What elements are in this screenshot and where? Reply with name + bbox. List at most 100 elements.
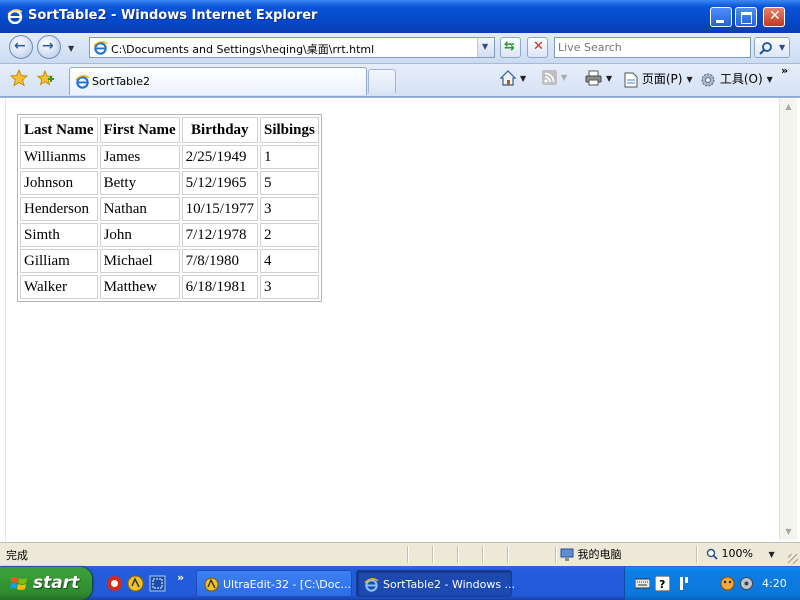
- column-header-birthday[interactable]: Birthday: [181, 117, 258, 143]
- system-tray: ? 4:20: [624, 567, 800, 600]
- column-header-last-name[interactable]: Last Name: [20, 117, 98, 143]
- tools-menu-chevron-icon: ▼: [766, 75, 773, 84]
- table-cell: 5: [259, 171, 319, 195]
- clock[interactable]: 4:20: [762, 577, 787, 590]
- volume-icon[interactable]: [739, 576, 754, 591]
- minimize-icon: [716, 20, 724, 23]
- table-cell: 6/18/1981: [181, 275, 258, 299]
- table-cell: 7/8/1980: [181, 249, 258, 273]
- more-commands-chevron-icon[interactable]: »: [781, 64, 788, 77]
- table-cell: 2/25/1949: [181, 145, 258, 169]
- ie-icon: [364, 578, 379, 592]
- table-cell: John: [99, 223, 180, 247]
- quicklaunch-app-icon[interactable]: [149, 575, 166, 592]
- status-text: 完成: [6, 549, 28, 562]
- home-dropdown-icon[interactable]: ▼: [520, 74, 526, 83]
- quicklaunch-app-icon[interactable]: [106, 575, 123, 592]
- column-header-silbings[interactable]: Silbings: [259, 117, 319, 143]
- tab-sorttable2[interactable]: SortTable2: [69, 67, 367, 95]
- table-cell: Gilliam: [20, 249, 98, 273]
- start-button[interactable]: start: [0, 567, 92, 600]
- taskbar: start » UltraEdit-32 - [C:\Doc... SortTa…: [0, 566, 800, 600]
- sort-table: Last Name First Name Birthday Silbings W…: [17, 114, 322, 302]
- security-zone[interactable]: 我的电脑: [560, 546, 622, 562]
- status-divider: [432, 546, 434, 563]
- scroll-down-button[interactable]: ▼: [780, 523, 797, 540]
- ie-icon: [7, 9, 23, 24]
- table-cell: Betty: [99, 171, 180, 195]
- print-button[interactable]: ▼: [585, 70, 612, 88]
- table-cell: Henderson: [20, 197, 98, 221]
- scroll-up-button[interactable]: ▲: [780, 98, 797, 115]
- home-icon: [500, 70, 516, 86]
- my-computer-icon: [560, 548, 574, 561]
- print-dropdown-icon[interactable]: ▼: [606, 74, 612, 83]
- taskbar-button-ultraedit[interactable]: UltraEdit-32 - [C:\Doc...: [196, 570, 352, 597]
- address-url[interactable]: C:\Documents and Settings\heqing\桌面\rrt.…: [111, 41, 374, 57]
- page-content: Last Name First Name Birthday Silbings W…: [0, 97, 800, 543]
- tab-ie-icon: [75, 75, 90, 89]
- table-cell: 1: [259, 145, 319, 169]
- back-arrow-icon: ←: [14, 38, 26, 54]
- messenger-icon[interactable]: [720, 576, 735, 591]
- forward-button[interactable]: →: [37, 35, 61, 59]
- table-cell: Michael: [99, 249, 180, 273]
- address-bar[interactable]: C:\Documents and Settings\heqing\桌面\rrt.…: [89, 37, 495, 58]
- home-button[interactable]: ▼: [500, 70, 526, 88]
- keyboard-icon[interactable]: [635, 576, 650, 591]
- refresh-button[interactable]: ⇆: [500, 37, 521, 58]
- add-favorites-icon[interactable]: [37, 69, 55, 87]
- table-row: Gilliam Michael 7/8/1980 4: [20, 249, 319, 273]
- chevron-down-icon: ▼: [482, 42, 489, 51]
- table-cell: Walker: [20, 275, 98, 299]
- table-row: Henderson Nathan 10/15/1977 3: [20, 197, 319, 221]
- vertical-scrollbar[interactable]: ▲ ▼: [779, 98, 797, 540]
- column-header-first-name[interactable]: First Name: [99, 117, 180, 143]
- task-label: SortTable2 - Windows ...: [383, 578, 516, 591]
- close-button[interactable]: ✕: [763, 7, 785, 27]
- table-cell: 2: [259, 223, 319, 247]
- table-row: Johnson Betty 5/12/1965 5: [20, 171, 319, 195]
- feeds-button[interactable]: ▼: [542, 70, 567, 88]
- page-menu-button[interactable]: 页面(P) ▼: [624, 70, 693, 88]
- address-dropdown-button[interactable]: ▼: [477, 38, 494, 57]
- favorites-star-icon[interactable]: [10, 69, 28, 87]
- table-cell: Johnson: [20, 171, 98, 195]
- search-box[interactable]: [554, 37, 751, 58]
- back-button[interactable]: ←: [9, 35, 33, 59]
- stop-icon: ✕: [533, 39, 544, 54]
- search-input[interactable]: [558, 40, 743, 55]
- recent-pages-dropdown-icon[interactable]: ▼: [68, 44, 74, 53]
- tools-menu-label: 工具(O): [719, 72, 763, 86]
- tools-menu-button[interactable]: 工具(O) ▼: [700, 70, 773, 88]
- status-divider: [457, 546, 459, 563]
- window-title-bar[interactable]: SortTable2 - Windows Internet Explorer ✕: [0, 0, 800, 33]
- search-options-dropdown-icon[interactable]: ▼: [779, 43, 785, 52]
- table-cell: James: [99, 145, 180, 169]
- zoom-magnifier-icon: [706, 548, 718, 560]
- table-cell: 3: [259, 197, 319, 221]
- new-tab-button[interactable]: [368, 69, 396, 93]
- table-row: Walker Matthew 6/18/1981 3: [20, 275, 319, 299]
- input-method-icon[interactable]: [677, 576, 692, 591]
- stop-button[interactable]: ✕: [527, 37, 548, 58]
- zoom-dropdown-icon[interactable]: ▼: [768, 550, 774, 559]
- zoom-control[interactable]: 100% ▼: [706, 547, 775, 560]
- start-label: start: [33, 573, 80, 593]
- search-button[interactable]: ▼: [754, 37, 790, 58]
- page-menu-chevron-icon: ▼: [686, 75, 693, 84]
- quicklaunch-app-icon[interactable]: [127, 575, 144, 592]
- help-icon[interactable]: ?: [655, 576, 670, 591]
- quicklaunch-overflow-icon[interactable]: »: [177, 571, 184, 584]
- taskbar-button-ie[interactable]: SortTable2 - Windows ...: [356, 570, 516, 597]
- maximize-button[interactable]: [735, 7, 757, 27]
- resize-grip[interactable]: [788, 554, 798, 564]
- tab-label: SortTable2: [92, 75, 150, 88]
- search-icon: [759, 42, 772, 55]
- table-cell: 10/15/1977: [181, 197, 258, 221]
- page-menu-label: 页面(P): [641, 72, 683, 86]
- feeds-dropdown-icon[interactable]: ▼: [561, 73, 567, 82]
- minimize-button[interactable]: [710, 7, 732, 27]
- window-title: SortTable2 - Windows Internet Explorer: [28, 8, 318, 23]
- page-icon: [624, 72, 638, 87]
